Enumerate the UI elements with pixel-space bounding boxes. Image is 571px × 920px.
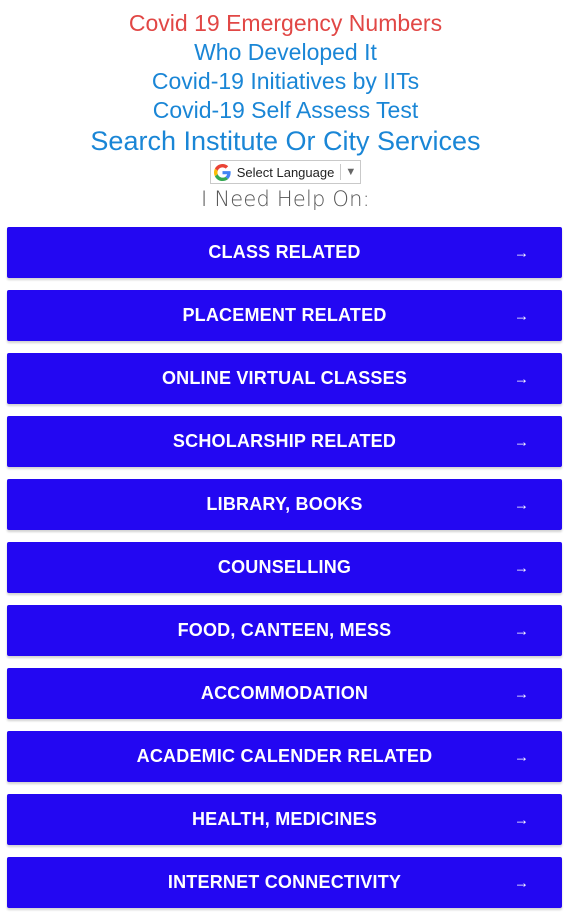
arrow-right-icon: → [514, 370, 529, 387]
arrow-right-icon: → [514, 685, 529, 702]
button-label: ACADEMIC CALENDER RELATED [136, 746, 433, 766]
help-title: I Need Help On: [201, 187, 370, 211]
language-select-label: Select Language [236, 164, 335, 180]
class-related-button[interactable]: CLASS RELATED → [7, 227, 562, 278]
header: Covid 19 Emergency Numbers Who Developed… [0, 0, 571, 212]
arrow-right-icon: → [514, 622, 529, 639]
emergency-numbers-link[interactable]: Covid 19 Emergency Numbers [0, 9, 571, 38]
counselling-button[interactable]: COUNSELLING → [7, 542, 562, 593]
placement-related-button[interactable]: PLACEMENT RELATED → [7, 290, 562, 341]
arrow-right-icon: → [514, 559, 529, 576]
arrow-right-icon: → [514, 244, 529, 261]
accommodation-button[interactable]: ACCOMMODATION → [7, 668, 562, 719]
internet-connectivity-button[interactable]: INTERNET CONNECTIVITY → [7, 857, 562, 908]
arrow-right-icon: → [514, 307, 529, 324]
arrow-right-icon: → [514, 811, 529, 828]
arrow-right-icon: → [514, 874, 529, 891]
button-label: HEALTH, MEDICINES [191, 809, 378, 829]
help-topics-list: CLASS RELATED → PLACEMENT RELATED → ONLI… [7, 227, 562, 920]
button-label: SCHOLARSHIP RELATED [172, 431, 397, 451]
select-divider [340, 164, 342, 180]
dropdown-caret-icon: ▼ [345, 166, 357, 178]
who-developed-link[interactable]: Who Developed It [0, 38, 571, 67]
academic-calender-button[interactable]: ACADEMIC CALENDER RELATED → [7, 731, 562, 782]
arrow-right-icon: → [514, 433, 529, 450]
button-label: ACCOMMODATION [200, 683, 369, 703]
arrow-right-icon: → [514, 496, 529, 513]
button-label: PLACEMENT RELATED [182, 305, 387, 325]
arrow-right-icon: → [514, 748, 529, 765]
button-label: LIBRARY, BOOKS [206, 494, 363, 514]
google-g-icon [213, 163, 231, 181]
food-canteen-mess-button[interactable]: FOOD, CANTEEN, MESS → [7, 605, 562, 656]
search-services-link[interactable]: Search Institute Or City Services [0, 125, 571, 158]
button-label: FOOD, CANTEEN, MESS [177, 620, 392, 640]
health-medicines-button[interactable]: HEALTH, MEDICINES → [7, 794, 562, 845]
button-label: ONLINE VIRTUAL CLASSES [161, 368, 408, 388]
button-label: COUNSELLING [217, 557, 352, 577]
button-label: CLASS RELATED [208, 242, 361, 262]
online-virtual-classes-button[interactable]: ONLINE VIRTUAL CLASSES → [7, 353, 562, 404]
language-select[interactable]: Select Language ▼ [209, 160, 362, 184]
button-label: INTERNET CONNECTIVITY [167, 872, 402, 892]
initiatives-link[interactable]: Covid-19 Initiatives by IITs [0, 67, 571, 96]
library-books-button[interactable]: LIBRARY, BOOKS → [7, 479, 562, 530]
translate-container: Select Language ▼ [0, 160, 571, 184]
scholarship-related-button[interactable]: SCHOLARSHIP RELATED → [7, 416, 562, 467]
self-assess-link[interactable]: Covid-19 Self Assess Test [0, 96, 571, 125]
